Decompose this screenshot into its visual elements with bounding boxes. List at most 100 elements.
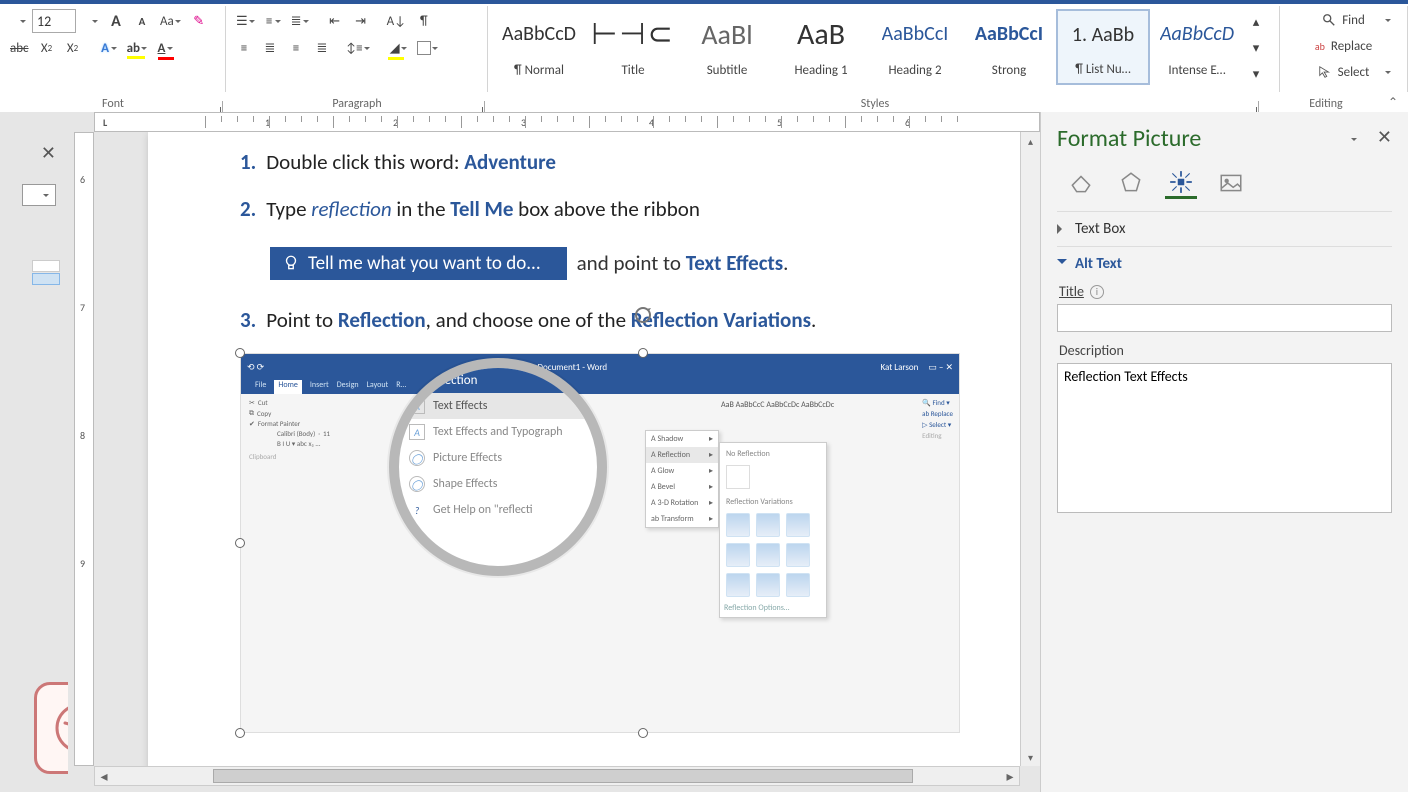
styles-expand[interactable]: ▾ (1244, 61, 1268, 87)
horizontal-scrollbar[interactable]: ◂ ▸ (94, 766, 1020, 786)
adventure-word[interactable]: Adventure (464, 149, 556, 175)
mini-clipboard-area: ✂ Cut ⧉ Copy ✔ Format Painter Calibri (B… (249, 398, 379, 462)
effects-tab[interactable] (1115, 167, 1147, 199)
alttext-header[interactable]: Alt Text (1057, 255, 1392, 273)
select-button[interactable]: Select (1292, 60, 1395, 84)
mag-menu-item: AText Effects and Typograph (399, 419, 597, 445)
layout-tab[interactable] (1165, 167, 1197, 199)
borders-button[interactable] (413, 36, 442, 60)
style-list-number[interactable]: 1. AaBb¶ List Nu… (1056, 9, 1150, 85)
mag-menu-item: ◯Picture Effects (399, 445, 597, 471)
style-heading2[interactable]: AaBbCcIHeading 2 (868, 9, 962, 85)
line-spacing-button[interactable]: ↕≡ (342, 36, 374, 60)
decrease-indent-button[interactable]: ⇤ (323, 9, 347, 33)
embedded-screenshot: ⟲ ⟳ Document1 - Word Kat Larson ▭ – ✕ Fi… (240, 353, 960, 733)
bullets-button[interactable]: ☰ (232, 9, 259, 33)
collapse-ribbon-button[interactable]: ⌃ (1384, 93, 1402, 111)
resize-handle[interactable] (638, 728, 648, 738)
increase-indent-button[interactable]: ⇥ (349, 9, 373, 33)
style-heading1[interactable]: AaBHeading 1 (774, 9, 868, 85)
mag-menu-item: AText Effects (399, 393, 597, 419)
nav-thumbnails[interactable] (32, 260, 60, 286)
editing-group: Find abReplace Select (1280, 6, 1408, 92)
alttext-title-input[interactable] (1057, 304, 1392, 332)
horizontal-ruler[interactable]: L 123456 (94, 112, 1040, 132)
font-color-button[interactable]: A (153, 36, 177, 60)
textbox-header[interactable]: Text Box (1057, 220, 1392, 238)
clear-formatting-button[interactable]: ✎ (187, 9, 211, 33)
textbox-section: Text Box (1057, 211, 1392, 246)
replace-button[interactable]: abReplace (1292, 34, 1395, 58)
style-title[interactable]: ⊢⊣⊂Title (586, 9, 680, 85)
font-size-input[interactable]: 12 (32, 9, 76, 33)
justify-button[interactable]: ≣ (310, 36, 334, 60)
scroll-thumb[interactable] (213, 769, 913, 783)
nav-close-button[interactable]: ✕ (41, 142, 56, 164)
show-marks-button[interactable]: ¶ (412, 9, 436, 33)
grow-font-button[interactable]: A (104, 9, 128, 33)
style-normal[interactable]: AaBbCcD¶ Normal (492, 9, 586, 85)
shrink-font-button[interactable]: A (130, 9, 154, 33)
font-group-label: Font (102, 97, 124, 111)
styles-group: AaBbCcD¶ Normal ⊢⊣⊂Title AaBlSubtitle Aa… (488, 6, 1280, 92)
superscript-button[interactable]: X2 (61, 36, 85, 60)
format-picture-pane: Format Picture ✕ Text Box Alt Text Title… (1040, 112, 1408, 792)
mini-styles-row: AaB AaBbCcC AaBbCcDc AaBbCcDc (721, 400, 834, 410)
pane-options-dropdown[interactable] (1346, 132, 1360, 146)
scroll-right-button[interactable]: ▸ (1001, 767, 1019, 785)
style-intense-emphasis[interactable]: AaBbCcDIntense E… (1150, 9, 1244, 85)
text-effects-button[interactable]: A (97, 36, 121, 60)
styles-row-down[interactable]: ▾ (1244, 35, 1268, 61)
shading-button[interactable]: ◢ (386, 36, 411, 60)
sort-button[interactable]: A↓ (383, 9, 410, 33)
vertical-ruler[interactable]: 6789 (74, 132, 94, 766)
info-icon[interactable]: i (1090, 285, 1104, 299)
align-center-button[interactable]: ≣ (258, 36, 282, 60)
align-left-button[interactable]: ≡ (232, 36, 256, 60)
rotate-handle[interactable] (633, 305, 653, 325)
reflection-variations-flyout: No Reflection Reflection Variations Refl… (719, 442, 827, 618)
fill-tab[interactable] (1065, 167, 1097, 199)
style-subtitle[interactable]: AaBlSubtitle (680, 9, 774, 85)
subscript-button[interactable]: X2 (35, 36, 59, 60)
nav-search[interactable] (22, 184, 56, 206)
alttext-section: Alt Text Titlei Description (1057, 246, 1392, 525)
style-strong[interactable]: AaBbCcIStrong (962, 9, 1056, 85)
highlight-button[interactable]: ab (123, 36, 151, 60)
font-group: 12 A A Aa ✎ abc X2 X2 A ab A (0, 6, 226, 92)
resize-handle[interactable] (235, 728, 245, 738)
change-case-button[interactable]: Aa (156, 9, 185, 33)
text-effects-flyout: A Shadow▸ A Reflection▸ A Glow▸ A Bevel▸… (645, 430, 719, 528)
font-name-dropdown[interactable] (6, 9, 30, 33)
styles-group-label: Styles (861, 97, 889, 111)
font-size-dropdown[interactable] (78, 9, 102, 33)
align-right-button[interactable]: ≡ (284, 36, 308, 60)
scroll-left-button[interactable]: ◂ (95, 767, 113, 785)
styles-more-controls: ▴ ▾ ▾ (1244, 9, 1264, 87)
find-button[interactable]: Find (1292, 8, 1395, 32)
title-label: Titlei (1059, 283, 1392, 300)
document-page[interactable]: 1. Double click this word: Adventure 2. … (148, 132, 1040, 766)
list-item: 2. Type reflection in the Tell Me box ab… (240, 195, 1040, 224)
styles-gallery: AaBbCcD¶ Normal ⊢⊣⊂Title AaBlSubtitle Aa… (488, 6, 1279, 92)
mini-editing: 🔍 Find ▾ ab Replace ▷ Select ▾ Editing (922, 398, 953, 442)
selected-picture[interactable]: ⟲ ⟳ Document1 - Word Kat Larson ▭ – ✕ Fi… (240, 353, 1040, 733)
vertical-scrollbar[interactable]: ▴ ▾ (1020, 132, 1040, 766)
scroll-up-button[interactable]: ▴ (1021, 132, 1040, 150)
strikethrough-button[interactable]: abc (6, 36, 33, 60)
multilevel-list-button[interactable]: ≣ (287, 9, 313, 33)
scroll-down-button[interactable]: ▾ (1021, 748, 1040, 766)
description-label: Description (1059, 342, 1392, 359)
magnifier-lens: reflection AText Effects AText Effects a… (389, 358, 607, 576)
page-viewport: 1. Double click this word: Adventure 2. … (94, 132, 1040, 766)
pane-close-button[interactable]: ✕ (1377, 126, 1392, 148)
styles-row-up[interactable]: ▴ (1244, 9, 1268, 35)
document-area: L 123456 6789 1. Double click this word:… (68, 112, 1040, 792)
picture-tab[interactable] (1215, 167, 1247, 199)
mag-menu-item: ?Get Help on "reflecti (399, 497, 597, 523)
mag-menu-item: ◯Shape Effects (399, 471, 597, 497)
lightbulb-icon (282, 254, 300, 272)
alttext-description-input[interactable] (1057, 363, 1392, 513)
workspace: ✕ L 123456 6789 1. Double click this wor… (0, 112, 1408, 792)
numbering-button[interactable]: ≡ (261, 9, 285, 33)
